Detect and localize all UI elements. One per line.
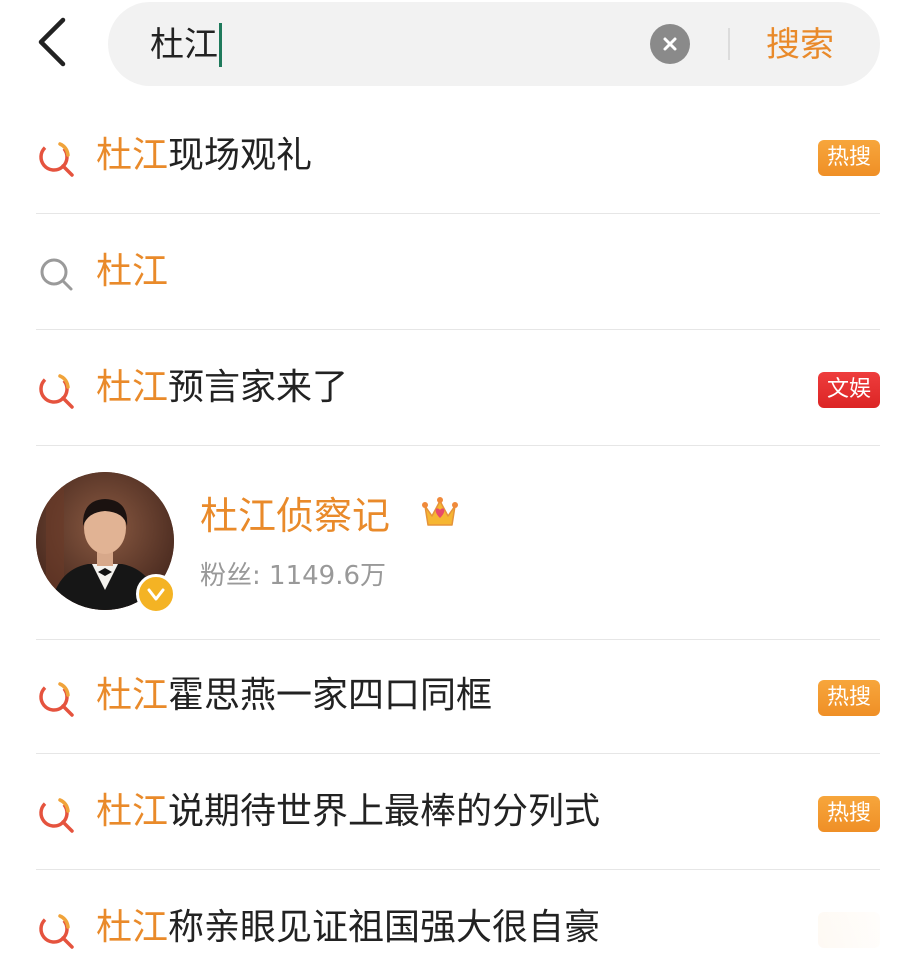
suggestion-rest: 霍思燕一家四口同框 (168, 675, 493, 716)
hot-search-icon (39, 682, 74, 717)
suggestion-rest: 预言家来了 (168, 367, 349, 408)
suggestion-rest: 说期待世界上最棒的分列式 (168, 791, 601, 832)
suggestion-item[interactable]: 杜江预言家来了 文娱 (36, 332, 880, 446)
search-page: 杜江 搜索 杜江现场观礼 热搜 杜江 杜江预言家来了 文娱 杜江侦察记 粉丝: … (0, 0, 916, 966)
user-result[interactable]: 杜江侦察记 粉丝: 1149.6万 (36, 446, 880, 640)
clear-button[interactable] (650, 24, 690, 64)
close-icon (663, 37, 677, 51)
verified-badge-icon (136, 574, 176, 614)
suggestion-item[interactable]: 杜江现场观礼 热搜 (36, 100, 880, 214)
suggestion-item[interactable]: 杜江 (36, 216, 880, 330)
suggestion-text: 杜江现场观礼 (96, 130, 312, 182)
back-button[interactable] (30, 14, 74, 70)
keyword-highlight: 杜江 (96, 251, 169, 292)
hot-search-icon (39, 798, 74, 833)
entertainment-badge: 文娱 (818, 372, 880, 408)
suggestion-rest: 称亲眼见证祖国强大很自豪 (168, 907, 601, 948)
hot-badge (818, 912, 880, 948)
chevron-left-icon (38, 17, 66, 67)
hot-badge: 热搜 (818, 680, 880, 716)
hot-badge: 热搜 (818, 140, 880, 176)
search-box: 杜江 搜索 (108, 2, 880, 86)
fans-count: 粉丝: 1149.6万 (200, 561, 386, 591)
suggestion-text: 杜江 (96, 246, 168, 298)
suggestion-text: 杜江称亲眼见证祖国强大很自豪 (96, 902, 600, 954)
crown-icon (422, 497, 458, 526)
search-header: 杜江 搜索 (0, 0, 916, 92)
suggestion-text: 杜江说期待世界上最棒的分列式 (96, 786, 600, 838)
suggestion-text: 杜江预言家来了 (96, 362, 348, 414)
user-name: 杜江侦察记 (200, 494, 391, 538)
suggestion-item[interactable]: 杜江霍思燕一家四口同框 热搜 (36, 640, 880, 754)
suggestion-item[interactable]: 杜江说期待世界上最棒的分列式 热搜 (36, 756, 880, 870)
suggestion-item[interactable]: 杜江称亲眼见证祖国强大很自豪 (36, 872, 880, 966)
hot-search-icon (39, 374, 74, 409)
search-query-text: 杜江 (150, 25, 218, 65)
hot-search-icon (39, 914, 74, 949)
keyword-highlight: 杜江 (96, 675, 169, 716)
hot-search-icon (39, 142, 74, 177)
search-button[interactable]: 搜索 (766, 22, 834, 68)
suggestion-text: 杜江霍思燕一家四口同框 (96, 670, 492, 722)
search-icon (40, 258, 73, 291)
keyword-highlight: 杜江 (96, 907, 169, 948)
suggestion-rest: 现场观礼 (168, 135, 313, 176)
keyword-highlight: 杜江 (96, 791, 169, 832)
text-caret (219, 23, 222, 67)
keyword-highlight: 杜江 (96, 135, 169, 176)
keyword-highlight: 杜江 (96, 367, 169, 408)
hot-badge: 热搜 (818, 796, 880, 832)
search-input[interactable]: 杜江 (150, 22, 222, 68)
divider (728, 28, 730, 60)
